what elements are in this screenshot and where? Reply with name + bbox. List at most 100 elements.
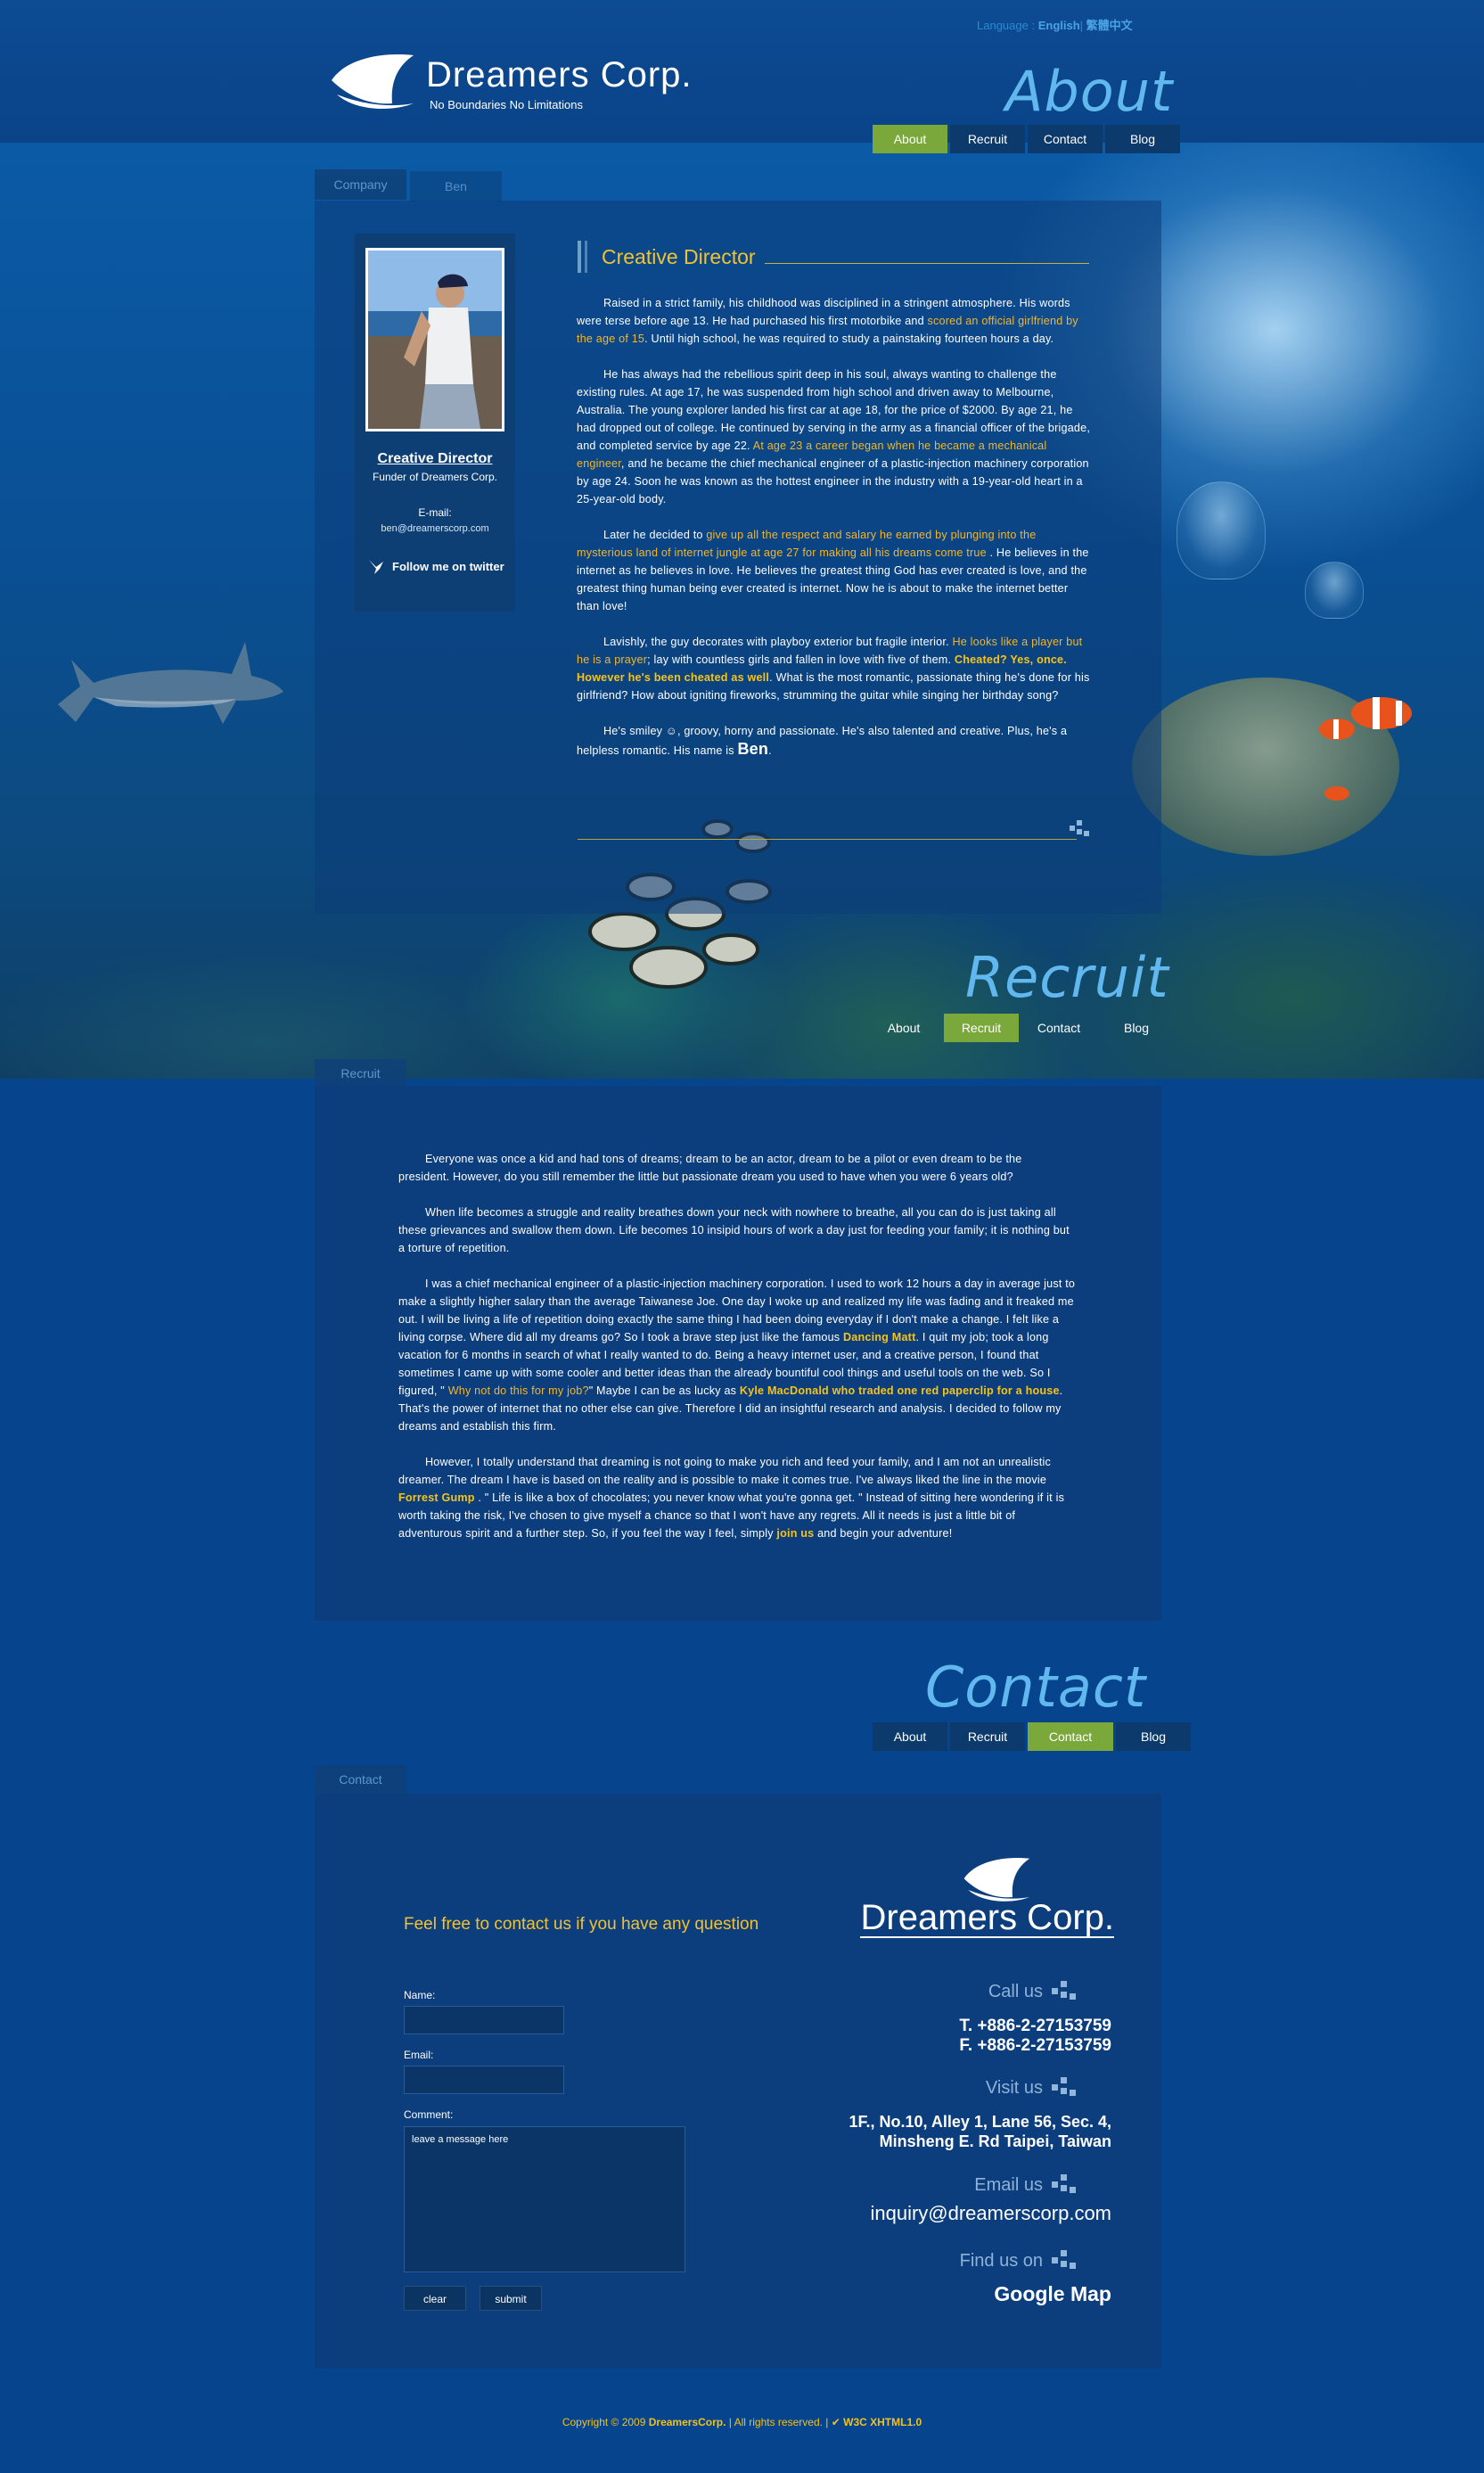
language-label: Language : <box>977 19 1036 32</box>
recruit-text: Everyone was once a kid and had tons of … <box>398 1153 1022 1183</box>
about-paragraph: He has always had the rebellious spirit … <box>577 366 1094 508</box>
about-paragraph: He's smiley ☺, groovy, horny and passion… <box>577 722 1094 760</box>
contact-email-link[interactable]: inquiry@dreamerscorp.com <box>870 2202 1111 2225</box>
recruit-paragraph: When life becomes a struggle and reality… <box>398 1204 1076 1257</box>
about-text: ; lay with countless girls and fallen in… <box>647 653 955 666</box>
fax-number: F. +886-2-27153759 <box>959 2036 1111 2055</box>
nav-contact[interactable]: Contact <box>1028 125 1103 153</box>
comment-label: Comment: <box>404 2108 454 2121</box>
contact-logo-wordmark: Dreamers Corp. <box>860 1898 1114 1938</box>
footer: Copyright © 2009 DreamersCorp. | All rig… <box>0 2416 1484 2428</box>
decorative-squares-icon <box>1052 1981 1078 2002</box>
about-text: . Until high school, he was required to … <box>644 333 1054 345</box>
jellyfish-image <box>1305 562 1364 619</box>
contact-logo: Dreamers Corp. <box>857 1854 1114 1938</box>
recruit-paragraph: Everyone was once a kid and had tons of … <box>398 1150 1076 1186</box>
name-input[interactable] <box>404 2006 564 2034</box>
tab-company[interactable]: Company <box>315 169 406 200</box>
about-text: Lavishly, the guy decorates with playboy… <box>603 636 953 648</box>
clear-button[interactable]: clear <box>404 2286 466 2311</box>
phone-number: T. +886-2-27153759 <box>959 2017 1111 2035</box>
recruit-text: " Maybe I can be as lucky as <box>588 1384 740 1397</box>
nav-blog[interactable]: Blog <box>1116 1722 1191 1751</box>
nav-contact[interactable]: Contact <box>1028 1722 1113 1751</box>
decorative-squares-icon <box>1052 2077 1078 2099</box>
profile-email-link[interactable]: ben@dreamerscorp.com <box>355 523 515 534</box>
nav-about[interactable]: About <box>873 1722 947 1751</box>
sailboat-logo-icon <box>332 54 414 109</box>
nav-about[interactable]: About <box>866 1014 941 1042</box>
nav-contact[interactable]: Contact <box>1021 1014 1096 1042</box>
footer-rights: | All rights reserved. | <box>726 2416 832 2428</box>
tab-ben[interactable]: Ben <box>410 171 502 201</box>
about-paragraph: Lavishly, the guy decorates with playboy… <box>577 633 1094 704</box>
recruit-highlight: Forrest Gump <box>398 1491 475 1504</box>
clownfish-image <box>1319 697 1412 801</box>
profile-card: Creative Director Funder of Dreamers Cor… <box>355 234 515 612</box>
person-photo-image <box>368 251 502 429</box>
nav-recruit[interactable]: Recruit <box>950 1722 1025 1751</box>
recruit-highlight: Kyle MacDonald who traded one red paperc… <box>739 1384 1060 1397</box>
profile-email-label: E-mail: <box>418 506 452 519</box>
about-text: . <box>768 744 772 757</box>
contact-section-title: Contact <box>925 1655 1147 1720</box>
logo-tagline: No Boundaries No Limitations <box>430 98 583 111</box>
heading-accent-bar <box>578 241 581 273</box>
recruit-paragraph: I was a chief mechanical engineer of a p… <box>398 1275 1076 1435</box>
call-us-heading: Call us <box>988 1981 1078 2002</box>
submit-button[interactable]: submit <box>480 2286 542 2311</box>
twitter-follow-link[interactable]: Follow me on twitter <box>367 556 504 576</box>
recruit-highlight: Dancing Matt <box>843 1331 916 1343</box>
google-map-link[interactable]: Google Map <box>994 2282 1111 2306</box>
address-line-2: Minsheng E. Rd Taipei, Taiwan <box>879 2132 1111 2150</box>
recruit-text: However, I totally understand that dream… <box>398 1456 1051 1486</box>
footer-brand: DreamersCorp. <box>648 2416 726 2428</box>
profile-subtitle: Funder of Dreamers Corp. <box>372 471 498 483</box>
recruit-text: . " Life is like a box of chocolates; yo… <box>398 1491 1065 1540</box>
article-title: Creative Director <box>602 244 756 268</box>
nav-about[interactable]: About <box>873 125 947 153</box>
find-us-heading: Find us on <box>960 2250 1078 2272</box>
profile-photo <box>365 248 504 431</box>
nav-blog[interactable]: Blog <box>1105 125 1180 153</box>
recruit-highlight: Why not do this for my job? <box>447 1384 589 1397</box>
email-input[interactable] <box>404 2066 564 2094</box>
heading-accent-bar <box>585 241 587 273</box>
tab-recruit[interactable]: Recruit <box>315 1059 406 1088</box>
contact-nav: About Recruit Contact Blog <box>873 1722 1191 1751</box>
recruit-highlight: join us <box>776 1527 815 1540</box>
decorative-squares-icon <box>1052 2250 1078 2272</box>
name-label: Name: <box>404 1989 436 2001</box>
sailboat-logo-icon <box>963 1858 1030 1902</box>
contact-question: Feel free to contact us if you have any … <box>404 1915 759 1934</box>
about-article-body: Raised in a strict family, his childhood… <box>577 294 1094 777</box>
recruit-text: When life becomes a struggle and reality… <box>398 1206 1070 1254</box>
email-label: Email: <box>404 2049 434 2061</box>
logo-wordmark: Dreamers Corp. <box>426 55 693 94</box>
site-logo[interactable]: Dreamers Corp. No Boundaries No Limitati… <box>328 50 702 118</box>
about-text: He's smiley ☺, groovy, horny and passion… <box>577 725 1068 757</box>
about-text: Later he decided to <box>603 529 707 541</box>
recruit-article-body: Everyone was once a kid and had tons of … <box>398 1150 1076 1560</box>
header-background <box>0 0 1484 143</box>
comment-textarea[interactable]: leave a message here <box>404 2126 685 2272</box>
about-paragraph: Raised in a strict family, his childhood… <box>577 294 1094 348</box>
email-us-heading: Email us <box>974 2174 1078 2196</box>
about-nav: About Recruit Contact Blog <box>873 125 1180 153</box>
call-us-label: Call us <box>988 1981 1043 2001</box>
twitter-follow-label: Follow me on twitter <box>392 559 504 573</box>
recruit-paragraph: However, I totally understand that dream… <box>398 1453 1076 1542</box>
visit-us-heading: Visit us <box>986 2077 1078 2099</box>
nav-recruit[interactable]: Recruit <box>950 125 1025 153</box>
about-divider <box>578 839 1077 840</box>
about-text: , and he became the chief mechanical eng… <box>577 457 1089 505</box>
about-paragraph: Later he decided to give up all the resp… <box>577 526 1094 615</box>
language-english-link[interactable]: English <box>1038 19 1080 32</box>
tab-contact[interactable]: Contact <box>315 1765 406 1794</box>
checkmark-icon: ✔ <box>831 2416 840 2428</box>
address-line-1: 1F., No.10, Alley 1, Lane 56, Sec. 4, <box>849 2113 1111 2131</box>
language-chinese-link[interactable]: 繁體中文 <box>1086 19 1133 32</box>
nav-blog[interactable]: Blog <box>1099 1014 1174 1042</box>
w3c-validation-link[interactable]: W3C XHTML1.0 <box>843 2416 922 2428</box>
nav-recruit[interactable]: Recruit <box>944 1014 1019 1042</box>
